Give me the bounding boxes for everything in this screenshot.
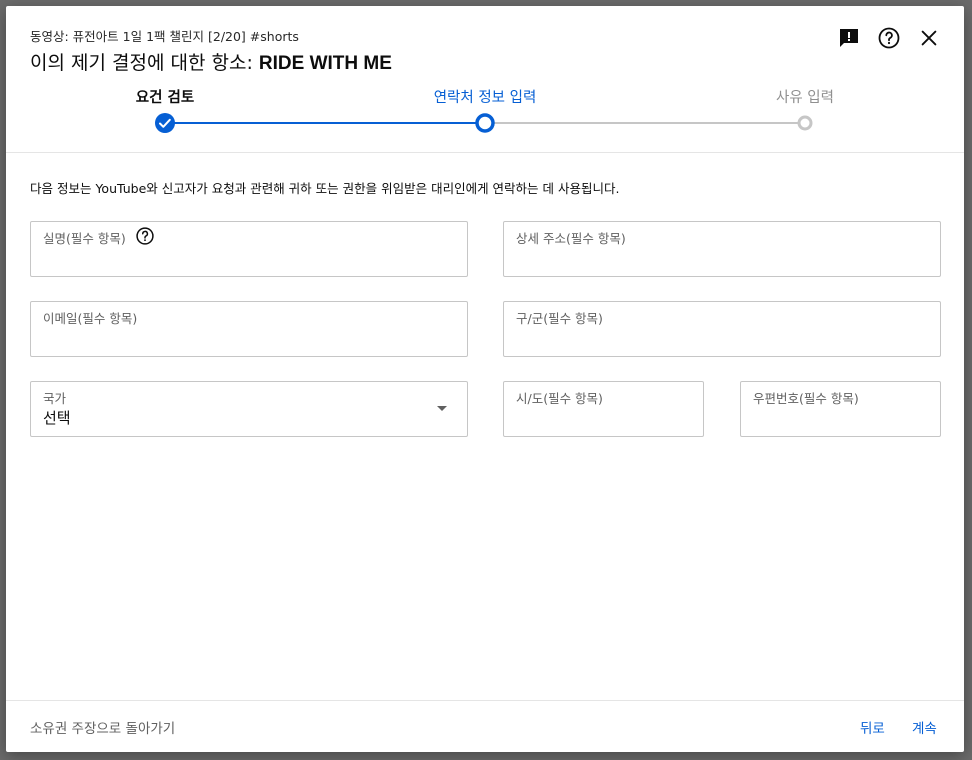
city-field[interactable]: 시/도(필수 항목) [503, 381, 704, 437]
stepper-track [155, 113, 813, 133]
step-dot-upcoming [797, 115, 813, 131]
help-button[interactable] [875, 24, 903, 52]
country-selected-value: 선택 [43, 409, 71, 427]
step-dot-done [155, 113, 175, 133]
address-input[interactable] [516, 246, 928, 268]
header-divider [6, 152, 964, 153]
feedback-icon [840, 29, 858, 47]
info-description: 다음 정보는 YouTube와 신고자가 요청과 관련해 귀하 또는 권한을 위… [30, 181, 620, 196]
back-button[interactable]: 뒤로 [860, 717, 885, 737]
help-icon [878, 27, 900, 49]
country-select[interactable]: 국가 선택 [30, 381, 468, 437]
district-field-label: 구/군(필수 항목) [516, 311, 603, 326]
email-field-label: 이메일(필수 항목) [43, 311, 138, 326]
dialog-title-video: RIDE WITH ME [258, 53, 392, 74]
district-field[interactable]: 구/군(필수 항목) [503, 301, 941, 357]
name-input[interactable] [43, 246, 455, 268]
dropdown-arrow-icon [437, 406, 447, 411]
continue-button[interactable]: 계속 [912, 717, 937, 737]
appeal-dialog: 동영상: 퓨전아트 1일 1팩 챌린지 [2/20] #shorts 이의 제기… [6, 6, 964, 752]
name-help-icon[interactable] [135, 226, 155, 246]
address-field-label: 상세 주소(필수 항목) [516, 231, 626, 246]
feedback-button[interactable] [835, 24, 863, 52]
step-label-contact-info: 연락처 정보 입력 [433, 90, 537, 106]
country-field-label: 국가 [43, 391, 67, 406]
postal-code-input[interactable] [753, 406, 928, 428]
close-icon [921, 30, 937, 46]
step-label-reason: 사유 입력 [776, 90, 834, 106]
address-field[interactable]: 상세 주소(필수 항목) [503, 221, 941, 277]
video-subtitle: 동영상: 퓨전아트 1일 1팩 챌린지 [2/20] #shorts [30, 29, 299, 44]
postal-code-field-label: 우편번호(필수 항목) [753, 391, 859, 406]
name-field-label: 실명(필수 항목) [43, 231, 126, 246]
close-button[interactable] [915, 24, 943, 52]
footer-divider [6, 700, 964, 701]
dialog-title-prefix: 이의 제기 결정에 대한 항소: [30, 52, 259, 74]
name-field[interactable]: 실명(필수 항목) [30, 221, 468, 277]
email-field[interactable]: 이메일(필수 항목) [30, 301, 468, 357]
email-input[interactable] [43, 326, 455, 348]
district-input[interactable] [516, 326, 928, 348]
dialog-title: 이의 제기 결정에 대한 항소: RIDE WITH ME [30, 48, 392, 75]
back-to-claim-link[interactable]: 소유권 주장으로 돌아가기 [30, 717, 175, 737]
postal-code-field[interactable]: 우편번호(필수 항목) [740, 381, 941, 437]
city-field-label: 시/도(필수 항목) [516, 391, 603, 406]
step-dot-current [475, 113, 495, 133]
step-label-requirements: 요건 검토 [135, 90, 195, 106]
city-input[interactable] [516, 406, 691, 428]
